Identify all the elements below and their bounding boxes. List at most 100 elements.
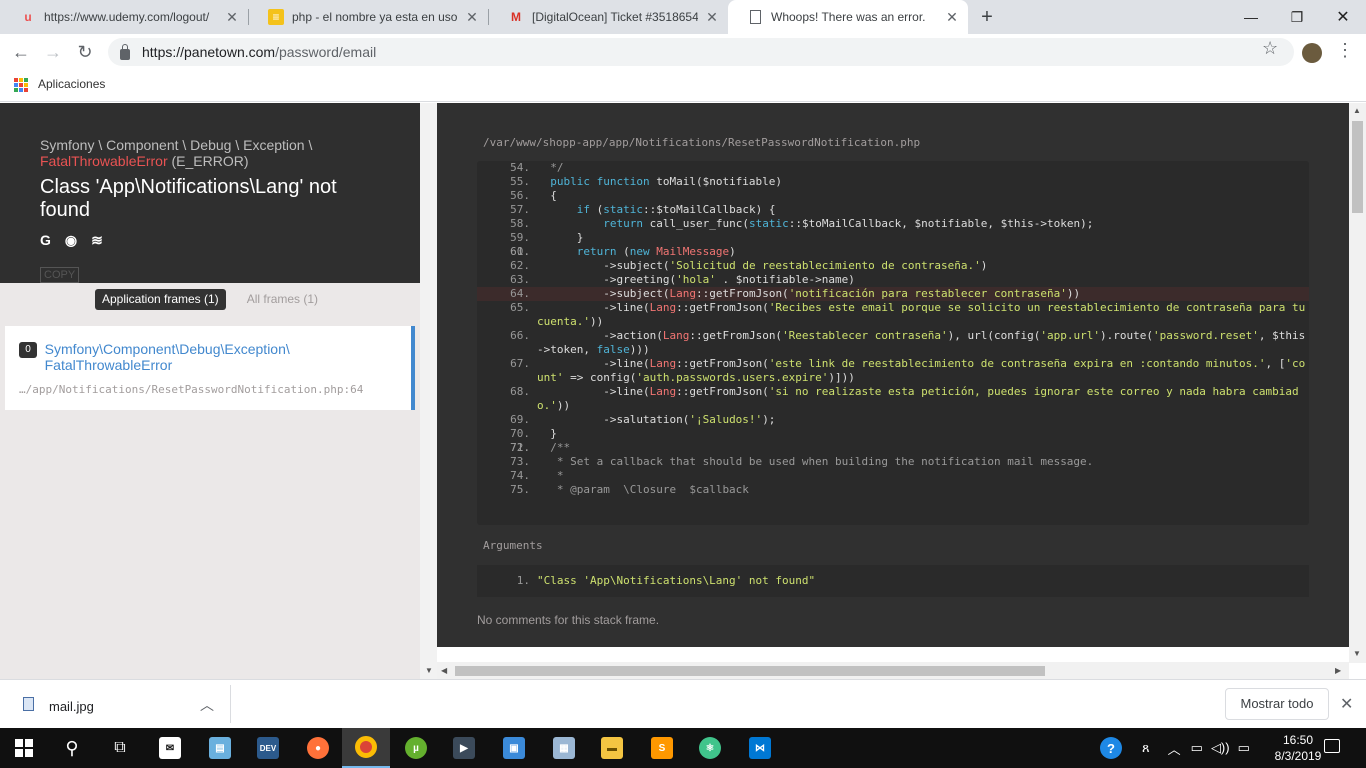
atom-icon[interactable]: ⚛ [686,728,734,768]
code-token: )) [1066,287,1081,300]
tab-application-frames[interactable]: Application frames (1) [94,289,226,310]
utorrent-icon[interactable]: µ [392,728,440,768]
close-tab-icon[interactable]: ✕ [944,9,960,26]
code-token: )])) [828,371,855,384]
download-bar: mail.jpg ︿ Mostrar todo ✕ [0,679,1366,728]
address-toolbar: ← → ↻ https://panetown.com/password/emai… [0,34,1366,70]
frame-comments: No comments for this stack frame. [477,613,660,627]
clock[interactable]: 16:50 8/3/2019 [1268,732,1328,764]
bookmarks-bar: Aplicaciones [0,70,1366,102]
notification-center-icon[interactable] [1324,739,1340,753]
horizontal-scrollbar[interactable]: ◀ ▶ [437,662,1349,679]
back-icon[interactable]: ← [8,39,34,65]
frame-class-line1: Symfony\Component\Debug\Exception\ [44,341,290,357]
line-number: 55. [510,175,530,188]
vscode-icon[interactable]: ⋈ [736,728,784,768]
apps-grid-icon[interactable] [14,78,28,92]
code-token: ->action( [537,329,663,342]
terminal-app-icon[interactable]: ▶ [440,728,488,768]
chevron-up-icon[interactable]: ︿ [1168,739,1181,758]
scroll-right-icon[interactable]: ▶ [1335,666,1341,675]
search-icon[interactable]: ⚲ [48,728,96,768]
notes-app-icon[interactable]: ▤ [196,728,244,768]
tab-stackoverflow[interactable]: ≡ php - el nombre ya esta en uso? ✕ [248,0,488,34]
forward-icon[interactable]: → [40,39,66,65]
people-icon[interactable]: ጸ [1142,740,1150,756]
exception-class: Symfony \ Component \ Debug \ Exception … [40,137,380,169]
vertical-scrollbar[interactable]: ▲ ▼ [1349,103,1366,663]
scroll-thumb[interactable] [1352,121,1363,213]
exception-class-name: FatalThrowableError [40,153,168,169]
copy-button[interactable]: COPY [40,267,80,283]
code-line: 69. ->salutation('¡Saludos!'); [477,413,1309,427]
code-token: ::$toMailCallback) { [643,203,776,216]
code-token: 'hola' [676,273,716,286]
start-button[interactable] [0,728,48,768]
firefox-icon[interactable]: ● [294,728,342,768]
apps-bookmark[interactable]: Aplicaciones [38,77,105,91]
code-token: ( [590,203,604,216]
close-tab-icon[interactable]: ✕ [224,9,240,26]
new-tab-button[interactable]: + [970,0,1004,34]
scroll-thumb[interactable] [455,666,1045,676]
mail-app-icon[interactable]: ✉ [146,728,194,768]
close-tab-icon[interactable]: ✕ [464,9,480,26]
code-line: 67. ->line(Lang::getFromJson('este link … [477,357,1309,385]
duckduckgo-icon[interactable]: ◉ [65,232,77,249]
stack-frame[interactable]: 0 Symfony\Component\Debug\Exception\ Fat… [5,326,415,410]
minimize-icon[interactable]: — [1228,0,1274,34]
volume-icon[interactable]: ◁)) [1211,740,1230,756]
chrome-icon[interactable] [342,728,390,768]
code-line: 72. /** [477,441,1309,455]
close-window-icon[interactable]: ✕ [1320,0,1366,34]
code-token: { [537,189,557,202]
code-token: toMail($notifiable) [649,175,783,188]
sublime-text-icon[interactable]: S [638,728,686,768]
profile-avatar[interactable] [1302,43,1322,63]
frame-class-line2: FatalThrowableError [44,357,173,373]
browser-menu-icon[interactable]: ⋮ [1336,40,1354,61]
reload-icon[interactable]: ↻ [72,39,98,65]
scroll-left-icon[interactable]: ◀ [441,666,447,675]
close-icon[interactable]: ✕ [1340,694,1353,714]
tab-whoops[interactable]: Whoops! There was an error. ✕ [728,0,968,34]
window-app-icon[interactable]: ▣ [490,728,538,768]
browser-tab-strip: u https://www.udemy.com/logout/ ✕ ≡ php … [0,0,1366,34]
help-icon[interactable]: ? [1100,737,1122,759]
devc-app-icon[interactable]: DEV [244,728,292,768]
tab-all-frames[interactable]: All frames (1) [240,289,325,310]
stackoverflow-icon: ≡ [268,9,284,25]
task-view-icon[interactable]: ⧉ [96,728,144,768]
maximize-icon[interactable]: ❐ [1274,0,1320,34]
line-number: 74. [510,469,530,482]
battery-icon[interactable]: ▭ [1191,740,1203,756]
line-number: 64. [510,287,530,300]
code-token: Lang [662,329,690,342]
code-block: 54. */55. public function toMail($notifi… [477,161,1309,525]
tab-gmail[interactable]: M [DigitalOcean] Ticket #3518654: ✕ [488,0,728,34]
scroll-up-icon[interactable]: ▲ [1353,106,1361,115]
code-token: 'app.url' [1040,329,1100,342]
close-tab-icon[interactable]: ✕ [704,9,720,26]
code-line: 55. public function toMail($notifiable) [477,175,1309,189]
url-host: https://panetown.com [142,44,276,60]
language-icon[interactable]: ▭ [1238,740,1250,756]
code-token: Lang [669,287,696,300]
bookmark-star-icon[interactable]: ☆ [1262,38,1278,59]
monitor-app-icon[interactable]: ▦ [540,728,588,768]
file-explorer-icon[interactable]: ▬ [588,728,636,768]
frame-class: Symfony\Component\Debug\Exception\ Fatal… [45,341,290,373]
show-all-button[interactable]: Mostrar todo [1225,688,1329,720]
scroll-down-icon[interactable]: ▼ [1353,649,1361,658]
code-token: ( [616,245,630,258]
line-number: 68. [510,385,530,398]
code-token: * Set a callback that should be used whe… [537,455,1094,468]
scroll-down-icon[interactable]: ▼ [425,666,433,675]
url-input[interactable]: https://panetown.com/password/email [108,38,1294,66]
chevron-up-icon[interactable]: ︿ [200,695,214,715]
stackoverflow-icon[interactable]: ≋ [91,232,103,249]
tab-udemy[interactable]: u https://www.udemy.com/logout/ ✕ [0,0,248,34]
download-item[interactable]: mail.jpg [49,699,94,714]
code-token: * [537,469,564,482]
google-icon[interactable]: G [40,232,51,249]
